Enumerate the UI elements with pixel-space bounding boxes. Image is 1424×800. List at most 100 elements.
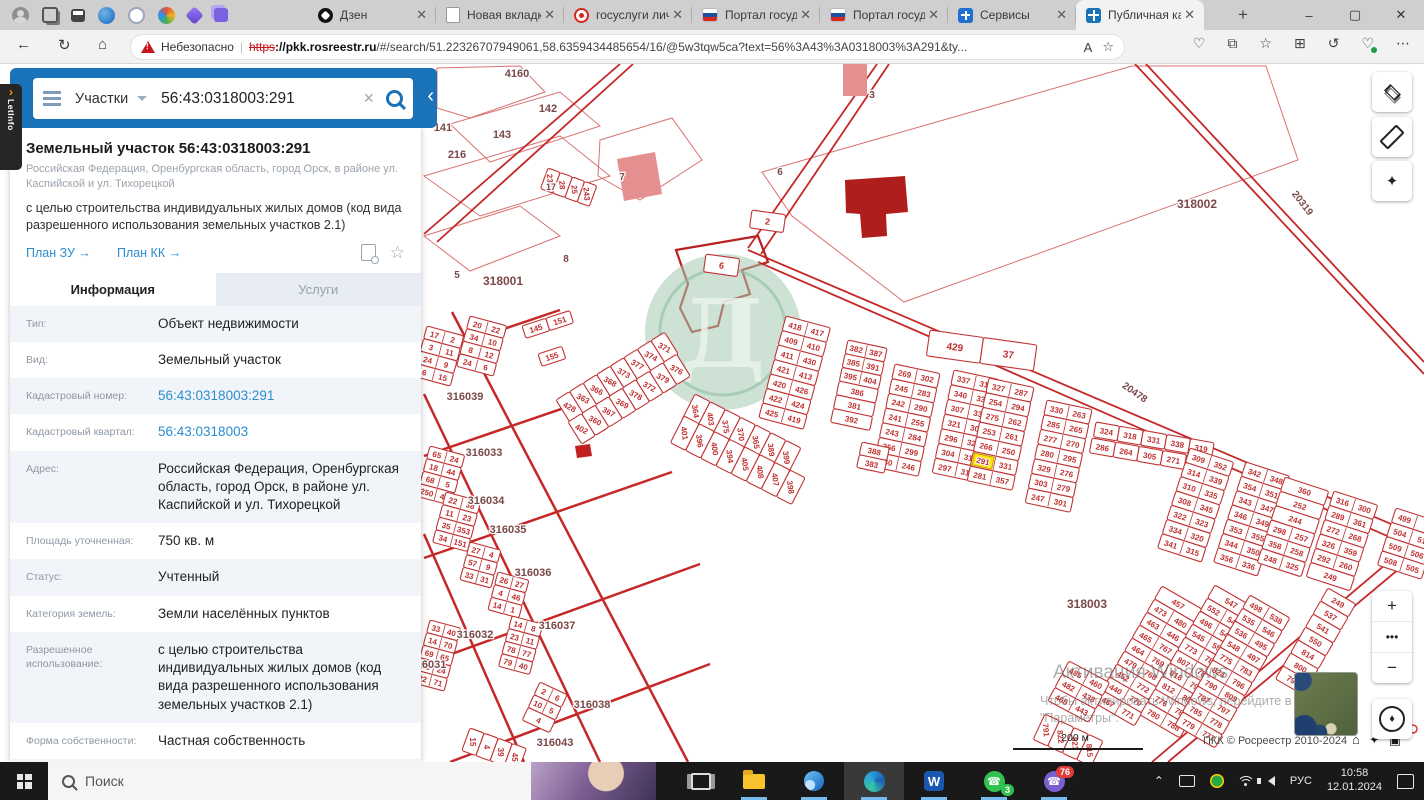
window-icon[interactable] <box>71 8 85 22</box>
parcel-block[interactable]: 388383 <box>856 441 890 474</box>
close-tab-icon[interactable]: ✕ <box>413 7 430 23</box>
globe-blue-icon[interactable] <box>98 6 115 24</box>
parcel-block[interactable]: 485460482438466443 <box>1048 661 1110 723</box>
parcel-block[interactable]: 14 823 1178 7779 40 <box>498 615 544 675</box>
parcel-block[interactable]: 17 23 1124 96 15 <box>413 325 464 387</box>
attribute-label: Площадь уточненная: <box>26 535 134 548</box>
clock[interactable]: 10:58 12.01.2024 <box>1327 767 1382 795</box>
collapse-panel-icon[interactable]: ‹ <box>427 85 434 108</box>
start-button[interactable] <box>0 762 48 800</box>
map-area[interactable]: Д429372693022452832422902412552432842562… <box>0 64 1424 762</box>
back-button[interactable]: ← <box>16 36 31 53</box>
locate-button[interactable]: ✦ <box>1372 161 1412 201</box>
avatar-icon[interactable] <box>12 6 29 24</box>
stack-icon[interactable] <box>42 7 58 23</box>
url-field[interactable]: Небезопасно|https://pkk.rosreestr.ru/#/s… <box>130 34 1125 60</box>
compass-button[interactable]: ♦ <box>1372 699 1412 739</box>
close-tab-icon[interactable]: ✕ <box>925 7 942 23</box>
favorite-star-icon[interactable]: ☆ <box>1102 39 1114 55</box>
antivirus-icon[interactable] <box>1209 774 1224 788</box>
task-view-button[interactable] <box>678 762 724 800</box>
zoom-in-button[interactable]: + <box>1372 591 1412 621</box>
search-bar[interactable]: Участки 56:43:0318003:291 × <box>33 78 413 119</box>
tab-label: Портал госуда <box>853 8 926 22</box>
close-tab-icon[interactable]: ✕ <box>797 7 814 23</box>
attribute-value[interactable]: 56:43:0318003 <box>158 423 405 441</box>
close-button[interactable]: ✕ <box>1378 7 1424 23</box>
quarter-label: 316038 <box>574 699 611 711</box>
volume-icon[interactable] <box>1256 776 1275 786</box>
edge-taskbar-button[interactable] <box>844 762 904 800</box>
parcel-block[interactable]: 330 263285 265277 270280 295329 276303 279247 3… <box>1024 399 1093 513</box>
essentials-heart-icon[interactable]: ♡ <box>1193 35 1206 52</box>
wifi-icon[interactable] <box>1238 775 1253 787</box>
parcel-block[interactable]: 429 37 <box>926 329 1038 372</box>
taskbar-search[interactable]: Поиск <box>48 762 656 800</box>
whatsapp-taskbar-button[interactable]: ☎ 3 <box>964 762 1024 800</box>
parcel-block[interactable]: 155 <box>537 346 566 367</box>
browser-tab-Портал госуда[interactable]: Портал госуда✕ <box>692 0 820 30</box>
squares-icon[interactable] <box>214 8 228 22</box>
panel-tab-Информация[interactable]: Информация <box>10 272 216 306</box>
gosuslugi-favicon <box>574 7 589 23</box>
browser-tab-Публичная ка[interactable]: Публичная ка ✕ <box>1076 0 1204 30</box>
clear-search-icon[interactable]: × <box>363 88 374 109</box>
search-category-select[interactable]: Участки <box>75 91 128 107</box>
extensions-check-icon[interactable]: ♡ <box>1361 35 1377 53</box>
layers-button[interactable] <box>1372 72 1412 112</box>
parcel-block[interactable]: 261054 <box>522 682 568 733</box>
browser-tab-Дзен[interactable]: Дзен ✕ <box>308 0 436 30</box>
doc-search-icon[interactable] <box>360 244 379 265</box>
plan-zu-link[interactable]: План ЗУ → <box>26 246 91 260</box>
more-icon[interactable]: ⋯ <box>1396 35 1410 52</box>
panel-tab-Услуги[interactable]: Услуги <box>215 272 421 306</box>
refresh-button[interactable]: ↻ <box>58 36 71 54</box>
letinfo-side-tab[interactable]: › LetInfo <box>0 84 22 170</box>
close-tab-icon[interactable]: ✕ <box>1181 7 1198 23</box>
circle-multi-icon[interactable] <box>158 6 175 24</box>
zoom-out-button[interactable]: − <box>1372 652 1412 683</box>
photos-taskbar-button[interactable] <box>784 762 844 800</box>
more-tools-button[interactable]: ••• <box>1372 621 1412 652</box>
browser-tab-Сервисы[interactable]: Сервисы ✕ <box>948 0 1076 30</box>
browser-tab-госуслуги лич[interactable]: госуслуги лич ✕ <box>564 0 692 30</box>
search-input[interactable]: 56:43:0318003:291 <box>161 90 363 108</box>
parcel-block[interactable]: 2 <box>749 209 786 233</box>
close-tab-icon[interactable]: ✕ <box>1053 7 1070 23</box>
search-icon[interactable] <box>386 90 403 107</box>
satellite-minimap[interactable] <box>1294 672 1358 736</box>
attribute-value[interactable]: 56:43:0318003:291 <box>158 387 405 405</box>
menu-icon[interactable] <box>43 92 61 105</box>
show-hidden-icons[interactable]: ⌃ <box>1154 774 1164 788</box>
parcel-block[interactable]: 382 387385 391395 404386381392 <box>830 339 888 431</box>
browser-tab-Новая вкладк[interactable]: Новая вкладк ✕ <box>436 0 564 30</box>
collections-icon[interactable]: ⊞ <box>1294 35 1306 52</box>
diamond-icon[interactable] <box>185 5 204 25</box>
star-icon[interactable]: ☆ <box>390 243 405 263</box>
svg-text:4: 4 <box>482 745 491 750</box>
measure-button[interactable] <box>1372 117 1412 157</box>
word-icon: W <box>924 771 944 791</box>
action-center-icon[interactable] <box>1397 773 1414 789</box>
history-icon[interactable]: ↺ <box>1328 35 1340 52</box>
split-screen-icon[interactable]: ⧉ <box>1227 35 1237 52</box>
explorer-taskbar-button[interactable] <box>724 762 784 800</box>
home-button[interactable]: ⌂ <box>98 36 107 53</box>
language-indicator[interactable]: РУС <box>1290 775 1312 787</box>
read-aloud-icon[interactable]: A <box>1084 40 1093 55</box>
close-tab-icon[interactable]: ✕ <box>669 7 686 23</box>
word-taskbar-button[interactable]: W <box>904 762 964 800</box>
plan-kk-link[interactable]: План КК → <box>117 246 181 260</box>
favorites-bar-icon[interactable]: ☆ <box>1259 35 1272 52</box>
circle-gray-icon[interactable] <box>128 6 145 24</box>
parcel-block[interactable]: 20 2234 108 1224 6 <box>456 315 507 377</box>
viber-taskbar-button[interactable]: ☎ 76 <box>1024 762 1084 800</box>
minimize-button[interactable]: – <box>1286 8 1332 23</box>
new-tab-button[interactable]: + <box>1238 5 1248 25</box>
maximize-button[interactable]: ▢ <box>1332 7 1378 23</box>
close-tab-icon[interactable]: ✕ <box>541 7 558 23</box>
browser-tab-Портал госуда[interactable]: Портал госуда✕ <box>820 0 948 30</box>
parcel-block[interactable]: 499550451509506508505 <box>1377 507 1424 580</box>
devices-icon[interactable] <box>1178 775 1195 787</box>
parcel-block[interactable]: 15 4 39 45 <box>461 728 527 762</box>
